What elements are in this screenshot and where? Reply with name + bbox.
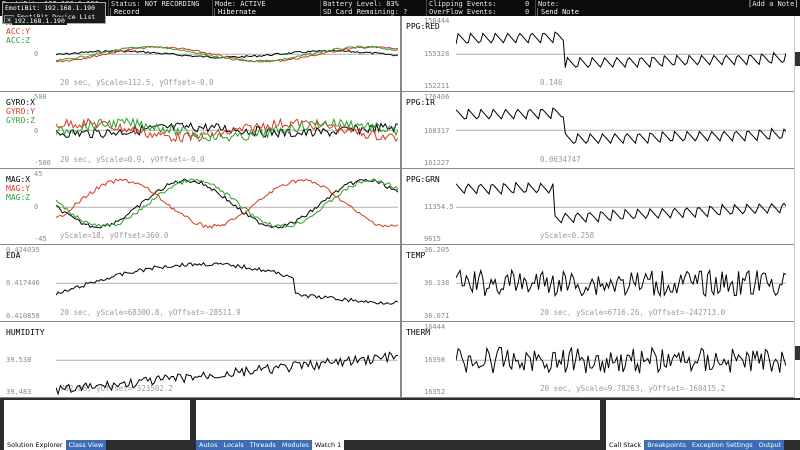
axis-label-y-bot: 0.410858 (6, 311, 40, 320)
plot-panel-ppg-red[interactable]: PPG:RED 158444 155328 152211 0.146 (402, 16, 794, 93)
axis-label-y-top: 158444 (424, 17, 450, 25)
series-label-humidity: HUMIDITY (6, 327, 45, 337)
tab-solution-explorer[interactable]: Solution Explorer (4, 440, 66, 450)
waveform-gyro-x (56, 117, 398, 144)
left-tab-strip: Solution Explorer Class View (4, 440, 107, 450)
trace-humidity (56, 350, 398, 396)
app-window: EmotiBit: 192.168.1.190 Status: NOT RECO… (0, 0, 800, 450)
scrollbar-thumb[interactable] (795, 52, 800, 66)
hibernate-button[interactable]: Hibernate (214, 8, 318, 16)
device-list-entry[interactable]: 192.168.1.190 (12, 17, 67, 25)
trace-mag-y (56, 177, 398, 229)
watch-pane (196, 400, 600, 440)
plot-panel-acc-x[interactable]: ACC:XACC:YACC:Z020 sec, yScale=112.5, yO… (0, 16, 400, 93)
plot-panel-eda[interactable]: EDA 0.424035 0.417446 0.410858 20 sec, yScal… (0, 245, 400, 322)
plot-panel-ppg-ir[interactable]: PPG:IR 176406 168317 161227 0.0634747 (402, 92, 794, 169)
axis-label-y-top: 0.424035 (6, 246, 40, 255)
clipping-events-label: Clipping Events: (429, 0, 497, 8)
axis-label-y-bot: 36.071 (424, 311, 450, 320)
waveform-humidity (56, 350, 398, 396)
tab-watch-1[interactable]: Watch 1 (311, 440, 345, 450)
device-list-ip-header: EmotiBit: 192.168.1.190 (5, 4, 96, 12)
axis-label-y-bot: 16352 (424, 387, 446, 396)
tab-call-stack[interactable]: Call Stack (606, 440, 645, 450)
note-label: Note: (538, 0, 560, 8)
sd-card-remaining: SD Card Remaining: ? (323, 8, 408, 16)
right-scrollbar[interactable] (794, 16, 800, 398)
solution-explorer-pane (4, 400, 190, 440)
series-label-mag-z: MAG:Z (6, 192, 31, 202)
recording-status: Status: NOT RECORDING (111, 0, 200, 8)
axis-label-y-top: 45 (34, 169, 43, 178)
axis-label-y-mid: 11354.5 (424, 202, 454, 211)
plot-panel-gyro-x[interactable]: GYRO:X GYRO:Y GYRO:Z 500 0 -500 20 sec, yScale… (0, 92, 400, 169)
tab-modules[interactable]: Modules (278, 440, 312, 450)
axis-label-y-top: 500 (34, 93, 47, 102)
tab-output[interactable]: Output (755, 440, 785, 450)
plot-panel-humidity[interactable]: HUMIDITY 39.538 39.483 782.06, yOffset=-323… (0, 321, 400, 398)
trace-ppg-ir (456, 107, 786, 145)
axis-label-y-top: 36.205 (424, 246, 450, 255)
axis-label-y-bot: 152211 (424, 82, 450, 91)
tab-breakpoints[interactable]: Breakpoints (644, 440, 689, 450)
axis-label-y-mid: 0.417446 (6, 279, 40, 288)
waveform-mag-x (56, 177, 398, 229)
call-stack-pane (606, 400, 800, 440)
axis-label-y-mid: 168317 (424, 126, 450, 135)
tab-locals[interactable]: Locals (220, 440, 247, 450)
series-label-acc-z: ACC:Z (6, 36, 31, 45)
plot-panel-mag-x[interactable]: MAG:X MAG:Y MAG:Z 45 0 -45 yScale=18, yOffset=… (0, 168, 400, 246)
trace-ppg-red (456, 31, 786, 69)
waveform-ppg-ir (456, 107, 786, 145)
waveform-acc-x (56, 45, 398, 63)
plot-panel-therm[interactable]: THERM 16444 16398 16352 20 sec, yScale=9.782… (402, 321, 794, 398)
axis-label-y-mid: 0 (34, 202, 39, 211)
ide-bottom-panel: Solution Explorer Class View Autos Locals T… (0, 398, 800, 450)
waveform-ppg-red (456, 31, 786, 69)
send-note-button[interactable]: Send Note (537, 8, 800, 16)
axis-label-y-top: 176406 (424, 93, 450, 102)
overflow-events-label: OverFlow Events: (429, 8, 497, 16)
waveform-eda (56, 262, 398, 305)
record-button[interactable]: Record (110, 8, 210, 16)
axis-label-y-mid: 39.538 (6, 355, 32, 364)
mode-status: Mode: ACTIVE (215, 0, 266, 8)
axis-label-y-top: 16444 (424, 322, 446, 331)
axis-label-y-bot: 9615 (424, 235, 441, 244)
tab-class-view[interactable]: Class View (65, 440, 107, 450)
add-note-field[interactable]: [Add a Note] (748, 0, 800, 8)
plot-panel-ppg-grn[interactable]: PPG:GRN 11354.5 9615 yScale=0.258 (402, 168, 794, 246)
series-label-gyro-z: GYRO:Z (6, 116, 35, 126)
axis-label-y-mid: 16398 (424, 355, 446, 364)
axis-label-y-mid: 36.138 (424, 279, 450, 288)
clipping-events-count: 0 (525, 0, 530, 8)
tab-exception-settings[interactable]: Exception Settings (688, 440, 756, 450)
series-label-temp: TEMP (406, 251, 426, 261)
waveform-therm (456, 345, 786, 374)
axis-label-y-mid: 0 (34, 126, 39, 135)
tab-threads[interactable]: Threads (246, 440, 279, 450)
axis-label-y-bot: -45 (34, 235, 47, 244)
trace-ppg-grn (456, 181, 786, 224)
middle-tab-strip: Autos Locals Threads Modules Watch 1 (196, 440, 345, 450)
status-bar: EmotiBit: 192.168.1.190 Status: NOT RECO… (0, 0, 800, 16)
axis-label-y-bot: -500 (34, 158, 51, 167)
axis-label-y-bot: 39.483 (6, 387, 32, 396)
axis-label-y-mid: 155328 (424, 50, 450, 59)
battery-level: Battery Level: 83% (323, 0, 399, 8)
right-tab-strip: Call Stack Breakpoints Exception Settings O… (606, 440, 785, 450)
overflow-events-count: 0 (525, 8, 530, 16)
plot-area: ACC:XACC:YACC:Z020 sec, yScale=112.5, yO… (0, 16, 800, 398)
axis-label-y-bot: 161227 (424, 158, 450, 167)
plot-panel-temp[interactable]: TEMP 36.205 36.138 36.071 20 sec, yScale=671… (402, 245, 794, 322)
axis-label-y-mid: 0 (34, 50, 39, 59)
scrollbar-thumb-lower[interactable] (795, 346, 800, 360)
series-label-ppg-grn: PPG:GRN (406, 174, 440, 184)
waveform-temp (456, 268, 786, 298)
tab-autos[interactable]: Autos (196, 440, 221, 450)
waveform-ppg-grn (456, 181, 786, 224)
